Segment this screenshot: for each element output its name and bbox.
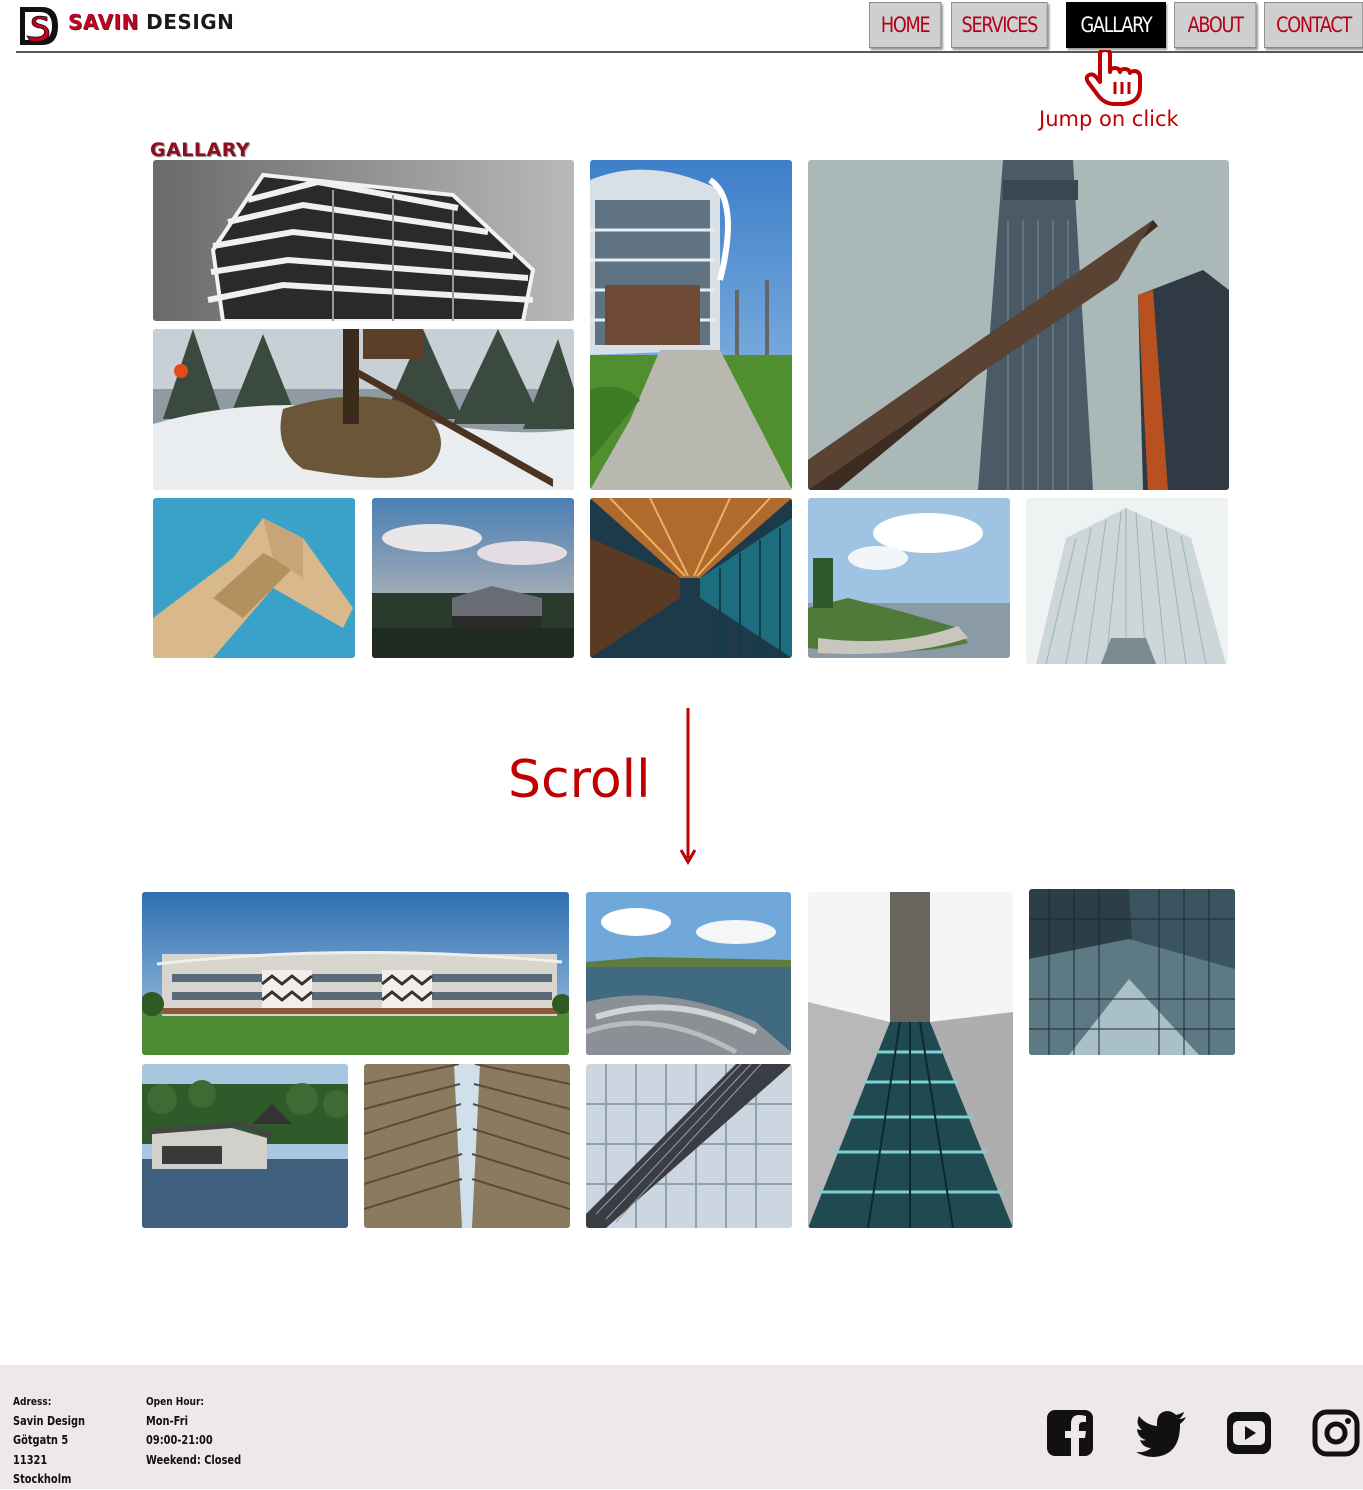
- pointing-hand-icon: [1084, 50, 1142, 106]
- gallery-photo-lakeside-deck[interactable]: [586, 892, 791, 1055]
- arrow-down-icon: [679, 708, 697, 865]
- facebook-icon[interactable]: [1046, 1409, 1094, 1457]
- gallery-photo-apartment-building[interactable]: [153, 160, 574, 321]
- address-heading: Adress:: [13, 1395, 52, 1408]
- gallery-photo-glass-corridor[interactable]: [590, 498, 792, 658]
- brand-word-1: SAVIN: [68, 10, 139, 34]
- savin-design-logo[interactable]: [18, 5, 60, 47]
- nav-about[interactable]: ABOUT: [1174, 2, 1257, 48]
- gallery-photo-lakeside-villa[interactable]: [142, 1064, 348, 1228]
- gallery-photo-curved-building-path[interactable]: [590, 160, 792, 490]
- gallery-photo-ribbed-ceiling[interactable]: [364, 1064, 570, 1228]
- hours-line: Weekend: Closed: [146, 1452, 242, 1467]
- jump-on-click-annotation: Jump on click: [1039, 107, 1179, 131]
- address-line: Savin Design: [13, 1413, 86, 1428]
- gallery-photo-dusk-building[interactable]: [372, 498, 574, 658]
- nav-home[interactable]: HOME: [869, 2, 942, 48]
- gallery-photo-winter-treehouse[interactable]: [153, 329, 574, 490]
- footer-hours: Open Hour: Mon-Fri 09:00-21:00 Weekend: …: [146, 1392, 241, 1470]
- gallery-photo-waterfront[interactable]: [808, 498, 1010, 658]
- nav-contact[interactable]: CONTACT: [1264, 2, 1363, 48]
- site-footer: Adress: Savin Design Götgatn 5 11321 Sto…: [0, 1365, 1363, 1489]
- address-line: 11321: [13, 1452, 48, 1467]
- scroll-annotation: Scroll: [508, 750, 651, 810]
- gallery-photo-glass-corner[interactable]: [1029, 889, 1235, 1055]
- brand-name[interactable]: SAVIN DESIGN: [68, 10, 234, 34]
- gallery-photo-glass-walkway[interactable]: [808, 892, 1013, 1228]
- nav-services[interactable]: SERVICES: [951, 2, 1048, 48]
- footer-address: Adress: Savin Design Götgatn 5 11321 Sto…: [13, 1392, 85, 1490]
- instagram-icon[interactable]: [1312, 1409, 1360, 1457]
- gallery-photo-modern-hotel[interactable]: [142, 892, 569, 1055]
- hours-line: Mon-Fri: [146, 1413, 188, 1428]
- gallery-photo-concrete-tower[interactable]: [153, 498, 355, 658]
- gallery-photo-glass-facade[interactable]: [586, 1064, 792, 1228]
- gallery-heading: GALLARY: [150, 139, 251, 161]
- twitter-icon[interactable]: [1135, 1409, 1187, 1457]
- gallery-photo-glass-skyscraper[interactable]: [1026, 498, 1228, 664]
- nav-gallary[interactable]: GALLARY: [1066, 2, 1166, 48]
- youtube-icon[interactable]: [1225, 1409, 1273, 1457]
- hours-line: 09:00-21:00: [146, 1433, 213, 1447]
- brand-word-2: DESIGN: [146, 10, 235, 34]
- hours-heading: Open Hour:: [146, 1395, 205, 1408]
- address-line: Stockholm: [13, 1472, 72, 1486]
- address-line: Götgatn 5: [13, 1433, 69, 1447]
- gallery-photo-skyscraper-fin[interactable]: [808, 160, 1229, 490]
